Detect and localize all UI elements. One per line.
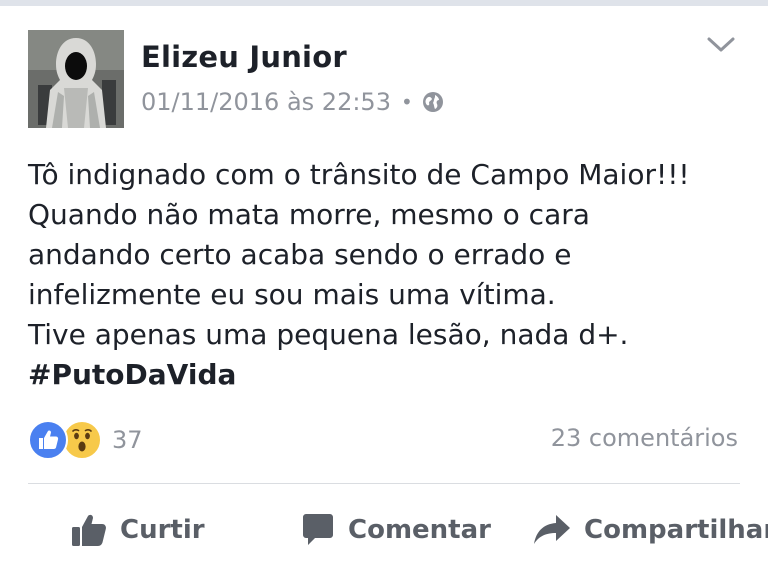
- share-button-label: Compartilhar: [584, 515, 768, 545]
- post-text-line: Tive apenas uma pequena lesão, nada d+.: [28, 318, 629, 351]
- meta-separator: •: [400, 90, 413, 114]
- reactions-summary[interactable]: 37: [28, 420, 143, 460]
- post-text-line: Quando não mata morre, mesmo o cara: [28, 198, 590, 231]
- comment-bubble-icon: [303, 514, 333, 545]
- wow-reaction-icon: [62, 420, 102, 460]
- action-bar: Curtir Comentar Compartilhar: [0, 500, 768, 560]
- post-meta: 01/11/2016 às 22:53 •: [141, 88, 444, 116]
- like-button-label: Curtir: [120, 515, 205, 545]
- timestamp[interactable]: 01/11/2016 às 22:53: [141, 88, 391, 116]
- comment-button-label: Comentar: [348, 515, 491, 545]
- post-text: Tô indignado com o trânsito de Campo Mai…: [28, 155, 758, 395]
- author-name[interactable]: Elizeu Junior: [141, 40, 347, 74]
- post-text-line: infelizmente eu sou mais uma vítima.: [28, 278, 556, 311]
- divider: [28, 483, 740, 484]
- like-button[interactable]: Curtir: [70, 500, 205, 560]
- share-arrow-icon: [534, 515, 570, 544]
- chevron-down-icon[interactable]: [706, 34, 736, 56]
- comments-count-link[interactable]: 23 comentários: [551, 424, 738, 452]
- hooded-figure-image: [28, 30, 124, 128]
- globe-icon[interactable]: [422, 91, 444, 113]
- hashtag-link[interactable]: #PutoDaVida: [28, 355, 758, 395]
- avatar[interactable]: [28, 30, 124, 128]
- like-reaction-icon: [28, 420, 68, 460]
- comment-button[interactable]: Comentar: [300, 500, 491, 560]
- reaction-count: 37: [112, 426, 143, 454]
- share-button[interactable]: Compartilhar: [532, 500, 768, 560]
- post-text-line: andando certo acaba sendo o errado e: [28, 238, 572, 271]
- thumbs-up-icon: [72, 514, 106, 546]
- post-text-line: Tô indignado com o trânsito de Campo Mai…: [28, 158, 690, 191]
